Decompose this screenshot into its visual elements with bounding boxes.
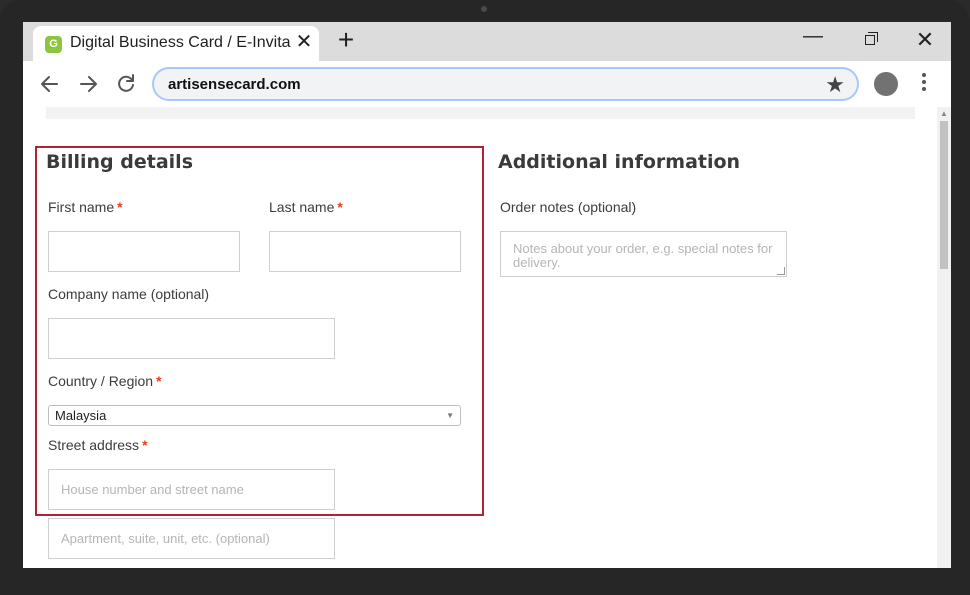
restore-icon[interactable] xyxy=(856,26,884,54)
browser-tab[interactable]: G Digital Business Card / E-Invita ✕ xyxy=(33,26,319,61)
country-region-label: Country / Region * xyxy=(48,373,162,389)
company-name-input[interactable] xyxy=(49,319,334,358)
tab-title: Digital Business Card / E-Invita xyxy=(70,34,291,51)
address-bar[interactable]: artisensecard.com ★ xyxy=(152,67,859,101)
order-notes-field[interactable] xyxy=(500,231,787,277)
reload-icon[interactable] xyxy=(113,71,139,97)
required-asterisk: * xyxy=(337,199,343,215)
tab-close-icon[interactable]: ✕ xyxy=(293,31,315,53)
profile-avatar[interactable] xyxy=(874,72,898,96)
apartment-input[interactable] xyxy=(49,519,334,558)
country-select[interactable]: Malaysia ▼ xyxy=(48,405,461,426)
last-name-field[interactable] xyxy=(269,231,461,272)
additional-information-title: Additional information xyxy=(498,151,741,173)
required-asterisk: * xyxy=(117,199,123,215)
resize-grip-icon[interactable] xyxy=(777,267,785,275)
scrollbar-thumb[interactable] xyxy=(940,121,948,269)
bookmark-star-icon[interactable]: ★ xyxy=(825,72,845,98)
street-address-input[interactable] xyxy=(49,470,334,509)
browser-window: G Digital Business Card / E-Invita ✕ + —… xyxy=(23,22,951,568)
checkout-page: Billing details First name * Last name * C… xyxy=(23,107,951,568)
billing-details-title: Billing details xyxy=(46,151,193,173)
site-favicon-icon: G xyxy=(45,36,62,53)
apartment-field[interactable] xyxy=(48,518,335,559)
url-text: artisensecard.com xyxy=(168,76,301,93)
webcam-dot xyxy=(481,6,487,12)
company-name-label: Company name (optional) xyxy=(48,286,210,302)
order-notes-label: Order notes (optional) xyxy=(500,199,637,215)
country-selected-value: Malaysia xyxy=(55,408,107,423)
new-tab-icon[interactable]: + xyxy=(334,26,358,54)
first-name-input[interactable] xyxy=(49,232,239,271)
first-name-field[interactable] xyxy=(48,231,240,272)
street-address-label: Street address * xyxy=(48,437,148,453)
back-arrow-icon[interactable] xyxy=(37,71,63,97)
scroll-up-arrow-icon[interactable]: ▲ xyxy=(940,109,948,118)
company-name-field[interactable] xyxy=(48,318,335,359)
required-asterisk: * xyxy=(142,437,148,453)
last-name-input[interactable] xyxy=(270,232,460,271)
required-asterisk: * xyxy=(156,373,162,389)
street-address-field[interactable] xyxy=(48,469,335,510)
page-header-strip xyxy=(46,107,915,119)
forward-arrow-icon[interactable] xyxy=(75,71,101,97)
browser-toolbar: artisensecard.com ★ xyxy=(23,61,951,107)
last-name-label: Last name * xyxy=(269,199,343,215)
minimize-icon[interactable]: — xyxy=(799,26,827,54)
order-notes-textarea[interactable] xyxy=(501,232,786,276)
tab-strip: G Digital Business Card / E-Invita ✕ + —… xyxy=(23,22,951,61)
menu-kebab-icon[interactable] xyxy=(921,73,927,95)
laptop-bezel: G Digital Business Card / E-Invita ✕ + —… xyxy=(0,0,970,595)
dropdown-arrow-icon: ▼ xyxy=(446,411,454,420)
first-name-label: First name * xyxy=(48,199,123,215)
window-close-icon[interactable]: ✕ xyxy=(911,26,939,54)
page-scrollbar[interactable]: ▲ xyxy=(937,107,951,568)
